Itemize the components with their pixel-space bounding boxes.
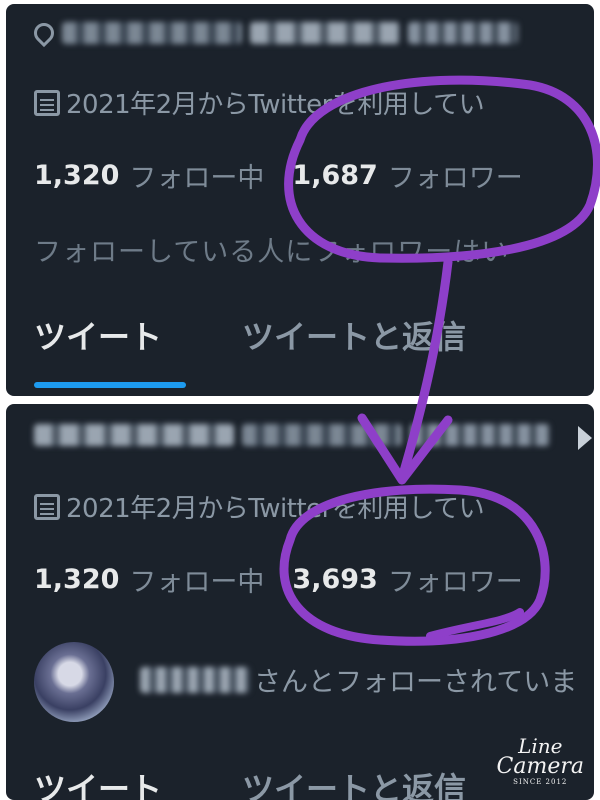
blurred-location-text — [62, 22, 242, 44]
joined-date-row: 2021年2月からTwitterを利用してい — [34, 84, 485, 121]
blurred-location-text — [250, 22, 400, 44]
tab-tweets-and-replies[interactable]: ツイートと返信 — [242, 764, 466, 800]
following-count[interactable]: 1,320 — [34, 564, 119, 595]
followed-by-text: さんとフォローされていま — [254, 667, 578, 698]
blurred-location-text — [408, 22, 518, 44]
profile-panel-before: 2021年2月からTwitterを利用してい 1,320 フォロー中 1,687… — [6, 4, 594, 396]
followers-count[interactable]: 3,693 — [292, 564, 377, 595]
blurred-location-text — [242, 424, 402, 446]
active-tab-indicator — [34, 382, 186, 388]
blurred-username — [140, 666, 250, 693]
profile-location-row — [29, 18, 518, 48]
location-pin-icon — [29, 18, 59, 48]
calendar-icon — [34, 493, 60, 520]
watermark-line-2: Camera — [496, 754, 584, 779]
profile-tabs: ツイート ツイートと返信 — [34, 764, 466, 800]
followed-by-row[interactable]: さんとフォローされていま — [140, 660, 577, 699]
watermark-line-1: Line — [518, 734, 563, 758]
tab-tweets[interactable]: ツイート — [34, 312, 162, 358]
followers-label[interactable]: フォロワー — [388, 156, 523, 195]
calendar-icon — [34, 89, 60, 116]
followers-label[interactable]: フォロワー — [388, 560, 523, 599]
follow-stats-row: 1,320 フォロー中 1,687 フォロワー — [34, 156, 551, 195]
followers-you-know-notice: フォローしている人にフォロワーはい — [34, 237, 510, 268]
joined-date-text: 2021年2月からTwitterを利用してい — [66, 494, 485, 524]
followers-count[interactable]: 1,687 — [292, 160, 377, 191]
follow-stats-row: 1,320 フォロー中 3,693 フォロワー — [34, 560, 551, 599]
blurred-location-text — [410, 424, 550, 446]
blurred-location-text — [34, 424, 234, 446]
joined-date-text: 2021年2月からTwitterを利用してい — [66, 90, 485, 120]
watermark-line-3: SINCE 2012 — [513, 778, 568, 786]
profile-tabs: ツイート ツイートと返信 — [34, 312, 466, 358]
app-watermark: Line Camera SINCE 2012 — [497, 736, 584, 786]
profile-location-row — [34, 424, 550, 446]
following-count[interactable]: 1,320 — [34, 160, 119, 191]
follower-avatar[interactable] — [34, 642, 114, 722]
tab-tweets[interactable]: ツイート — [34, 764, 162, 800]
chevron-right-icon[interactable] — [578, 426, 592, 450]
joined-date-row: 2021年2月からTwitterを利用してい — [34, 488, 485, 525]
following-label[interactable]: フォロー中 — [129, 156, 264, 195]
tab-tweets-and-replies[interactable]: ツイートと返信 — [242, 312, 466, 358]
following-label[interactable]: フォロー中 — [129, 560, 264, 599]
